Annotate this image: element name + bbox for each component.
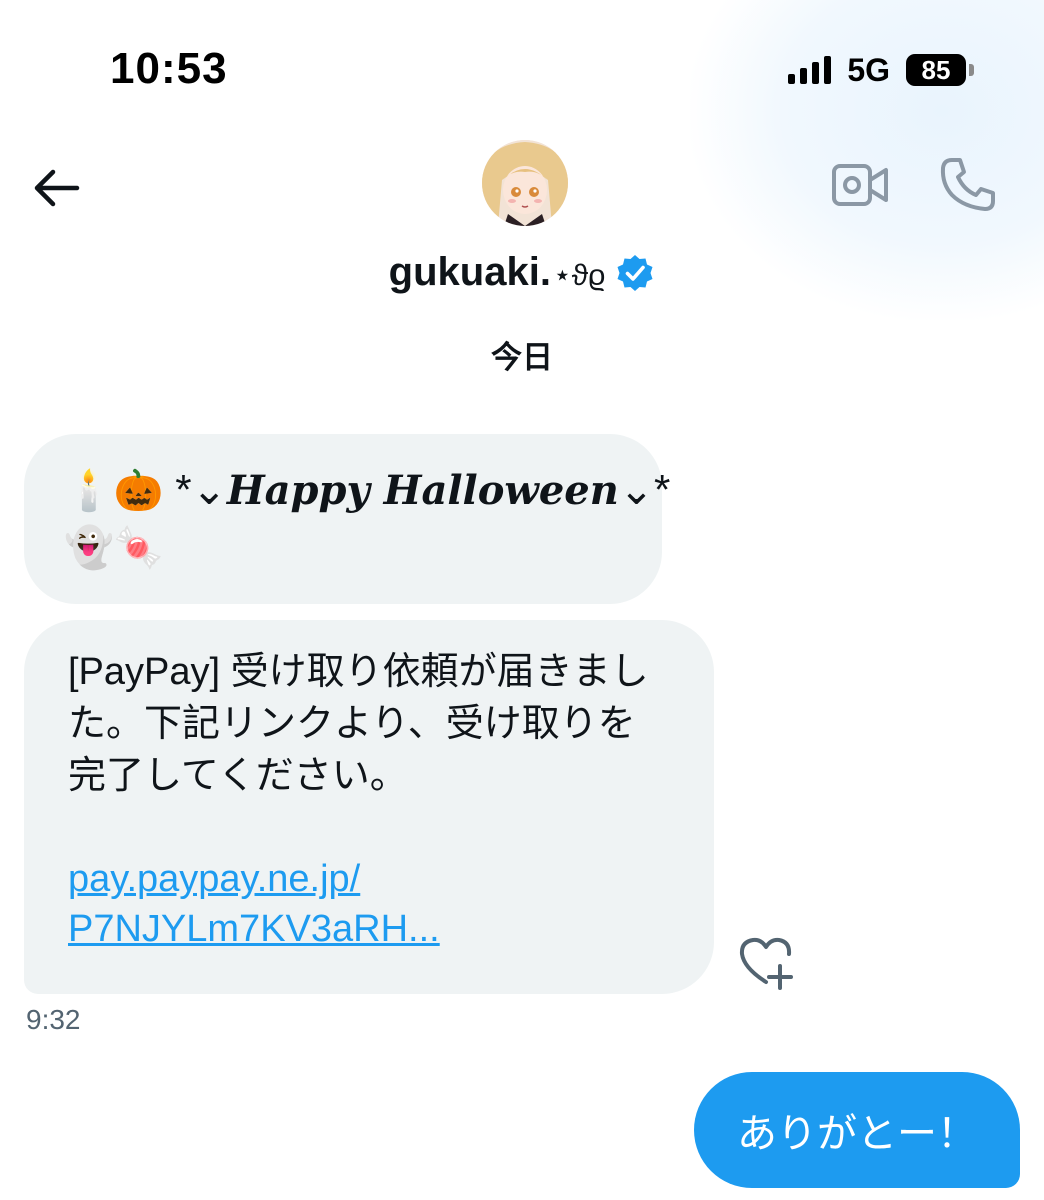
- video-camera-icon: [832, 164, 888, 206]
- halloween-line-1: 🕯️🎃 *⌄Happy Halloween⌄*: [64, 462, 670, 519]
- battery-level: 85: [906, 54, 966, 86]
- arrow-left-icon: [34, 169, 80, 207]
- candle-pumpkin-emoji: 🕯️🎃: [64, 469, 164, 513]
- ghost-candy-emoji: 👻🍬: [64, 526, 164, 570]
- back-button[interactable]: [28, 160, 84, 216]
- profile-name-row[interactable]: gukuaki.⋆ϑϱ: [0, 250, 1044, 295]
- message-bubble-paypay[interactable]: [PayPay] 受け取り依頼が届きました。下記リンクより、受け取りを完了してく…: [24, 620, 714, 994]
- outgoing-text: ありがとー！: [737, 1112, 977, 1156]
- battery-icon: 85: [906, 54, 974, 86]
- halloween-deco-left: *⌄: [175, 466, 227, 513]
- dm-conversation-screen: 10:53 5G 85 gukuaki.⋆ϑϱ 今日 🕯️🎃 *⌄Happy H…: [0, 0, 1044, 1200]
- status-time: 10:53: [110, 44, 228, 93]
- halloween-text: Happy Halloween: [226, 467, 619, 514]
- status-indicators: 5G 85: [788, 50, 974, 90]
- verified-badge-icon: [617, 254, 653, 291]
- message-bubble-halloween[interactable]: 🕯️🎃 *⌄Happy Halloween⌄* 👻🍬: [24, 434, 670, 604]
- date-separator: 今日: [491, 340, 553, 375]
- phone-icon: [940, 158, 995, 211]
- halloween-line-2: 👻🍬: [64, 519, 622, 576]
- heart-plus-icon: [739, 937, 793, 990]
- message-bubble-outgoing[interactable]: ありがとー！: [694, 1072, 1020, 1188]
- add-reaction-button[interactable]: [736, 934, 798, 992]
- message-timestamp: 9:32: [26, 1004, 81, 1035]
- avatar[interactable]: [482, 140, 568, 226]
- paypay-link[interactable]: pay.paypay.ne.jp/ P7NJYLm7KV3aRH...: [68, 854, 670, 954]
- message-text: [PayPay] 受け取り依頼が届きました。下記リンクより、受け取りを完了してく…: [68, 651, 649, 797]
- name-decoration: ⋆ϑϱ: [552, 259, 606, 292]
- phone-call-button[interactable]: [938, 154, 998, 214]
- display-name: gukuaki.⋆ϑϱ: [389, 250, 606, 295]
- display-name-text: gukuaki.: [388, 250, 551, 294]
- signal-icon: [788, 56, 832, 84]
- halloween-deco-right: ⌄*: [618, 466, 671, 513]
- battery-cap: [969, 64, 974, 76]
- video-call-button[interactable]: [830, 160, 890, 210]
- avatar-image: [482, 140, 568, 226]
- network-label: 5G: [847, 51, 890, 88]
